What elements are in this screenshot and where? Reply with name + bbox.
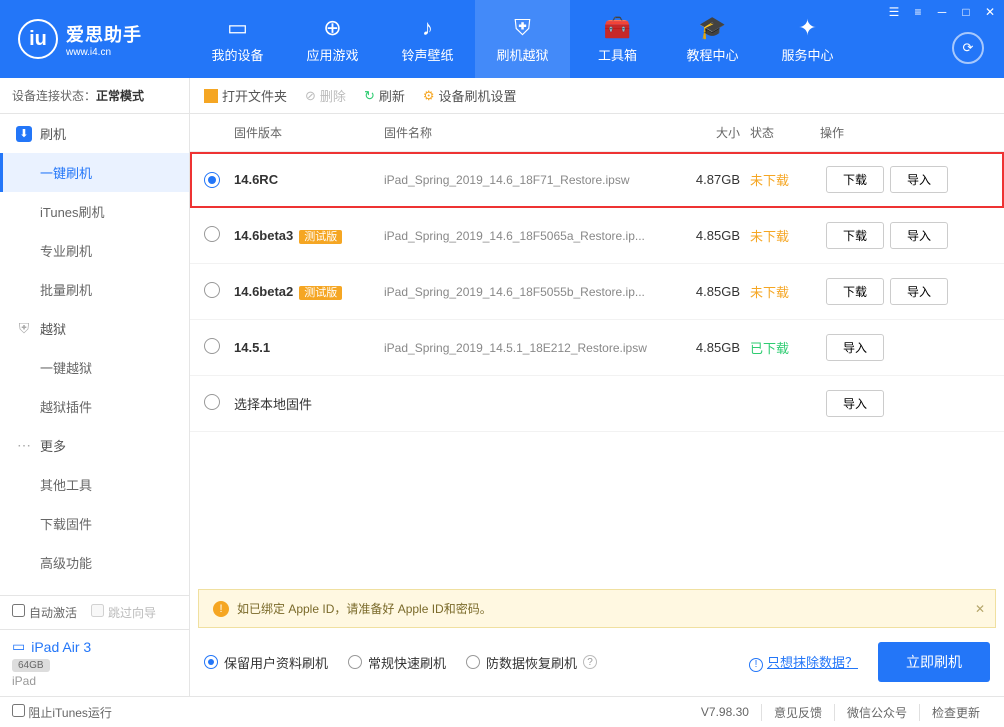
sidebar-item[interactable]: 一键越狱 — [0, 348, 189, 387]
delete-button: ⊘删除 — [305, 86, 346, 105]
nav-icon: ♪ — [422, 15, 433, 41]
logo: iu 爱思助手 www.i4.cn — [0, 19, 190, 59]
sync-icon[interactable]: ⟳ — [952, 32, 984, 64]
device-info[interactable]: ▭iPad Air 3 64GB iPad — [0, 629, 189, 696]
sidebar-group-jailbreak[interactable]: ⛨越狱 — [0, 309, 189, 348]
sidebar-item[interactable]: 一键刷机 — [0, 153, 189, 192]
nav-icon: 🧰 — [604, 15, 631, 41]
firmware-row[interactable]: 14.6beta3测试版iPad_Spring_2019_14.6_18F506… — [190, 208, 1004, 264]
flash-icon: ⬇ — [16, 126, 32, 142]
apple-id-notice: ! 如已绑定 Apple ID，请准备好 Apple ID和密码。 ✕ — [198, 589, 996, 628]
app-name: 爱思助手 — [66, 25, 142, 45]
erase-data-link[interactable]: !只想抹除数据？ — [749, 652, 858, 672]
download-button[interactable]: 下载 — [826, 278, 884, 305]
shield-icon: ⛨ — [16, 321, 32, 337]
download-button[interactable]: 下载 — [826, 222, 884, 249]
firmware-row[interactable]: 14.5.1iPad_Spring_2019_14.5.1_18E212_Res… — [190, 320, 1004, 376]
storage-badge: 64GB — [12, 659, 50, 672]
open-folder-button[interactable]: 打开文件夹 — [204, 86, 287, 105]
logo-icon: iu — [18, 19, 58, 59]
import-button[interactable]: 导入 — [890, 278, 948, 305]
nav-item-0[interactable]: ▭我的设备 — [190, 0, 285, 78]
import-button[interactable]: 导入 — [890, 166, 948, 193]
beta-badge: 测试版 — [299, 286, 342, 300]
flash-now-button[interactable]: 立即刷机 — [878, 642, 990, 682]
sidebar-item[interactable]: 专业刷机 — [0, 231, 189, 270]
nav-item-5[interactable]: 🎓教程中心 — [665, 0, 760, 78]
nav-item-2[interactable]: ♪铃声壁纸 — [380, 0, 475, 78]
close-notice-button[interactable]: ✕ — [975, 602, 985, 616]
local-firmware-row[interactable]: 选择本地固件导入 — [190, 376, 1004, 432]
radio-button[interactable] — [204, 394, 220, 410]
radio-button[interactable] — [204, 338, 220, 354]
nav-item-6[interactable]: ✦服务中心 — [760, 0, 855, 78]
app-url: www.i4.cn — [66, 47, 142, 58]
block-itunes-checkbox[interactable]: 阻止iTunes运行 — [12, 704, 112, 721]
option-keep-data[interactable]: 保留用户资料刷机 — [204, 653, 328, 672]
main-nav: ▭我的设备⊕应用游戏♪铃声壁纸⛨刷机越狱🧰工具箱🎓教程中心✦服务中心 — [190, 0, 855, 78]
content: 打开文件夹 ⊘删除 ↻刷新 ⚙设备刷机设置 固件版本 固件名称 大小 状态 操作… — [190, 78, 1004, 696]
sidebar-group-more[interactable]: ⋯更多 — [0, 426, 189, 465]
sidebar: 设备连接状态：正常模式 ⬇刷机 一键刷机iTunes刷机专业刷机批量刷机 ⛨越狱… — [0, 78, 190, 696]
nav-icon: ⊕ — [323, 15, 341, 41]
tablet-icon: ▭ — [12, 638, 25, 655]
option-normal[interactable]: 常规快速刷机 — [348, 653, 446, 672]
refresh-icon: ↻ — [364, 88, 375, 104]
flash-options: 保留用户资料刷机 常规快速刷机 防数据恢复刷机? !只想抹除数据？ 立即刷机 — [190, 628, 1004, 696]
gear-icon: ⚙ — [423, 88, 435, 104]
nav-item-4[interactable]: 🧰工具箱 — [570, 0, 665, 78]
close-icon[interactable]: ✕ — [982, 4, 998, 20]
option-anti-recovery[interactable]: 防数据恢复刷机? — [466, 653, 597, 672]
footer: 阻止iTunes运行 V7.98.30 意见反馈 微信公众号 检查更新 — [0, 696, 1004, 727]
check-update-link[interactable]: 检查更新 — [919, 704, 992, 721]
info-icon: ! — [749, 658, 763, 672]
radio-button[interactable] — [204, 172, 220, 188]
menu-icon[interactable]: ☰ — [886, 4, 902, 20]
import-button[interactable]: 导入 — [826, 334, 884, 361]
warning-icon: ! — [213, 601, 229, 617]
radio-button[interactable] — [204, 226, 220, 242]
download-button[interactable]: 下载 — [826, 166, 884, 193]
nav-icon: ✦ — [798, 15, 816, 41]
maximize-icon[interactable]: □ — [958, 4, 974, 20]
import-button[interactable]: 导入 — [826, 390, 884, 417]
import-button[interactable]: 导入 — [890, 222, 948, 249]
table-header: 固件版本 固件名称 大小 状态 操作 — [190, 114, 1004, 152]
settings-button[interactable]: ⚙设备刷机设置 — [423, 86, 517, 105]
feedback-link[interactable]: 意见反馈 — [761, 704, 834, 721]
version-label: V7.98.30 — [689, 705, 761, 719]
sidebar-group-flash[interactable]: ⬇刷机 — [0, 114, 189, 153]
connection-status: 设备连接状态：正常模式 — [0, 78, 189, 114]
folder-icon — [204, 89, 218, 103]
sidebar-item[interactable]: iTunes刷机 — [0, 192, 189, 231]
nav-icon: ▭ — [227, 15, 248, 41]
delete-icon: ⊘ — [305, 88, 316, 104]
firmware-row[interactable]: 14.6beta2测试版iPad_Spring_2019_14.6_18F505… — [190, 264, 1004, 320]
app-header: iu 爱思助手 www.i4.cn ▭我的设备⊕应用游戏♪铃声壁纸⛨刷机越狱🧰工… — [0, 0, 1004, 78]
sidebar-item[interactable]: 下载固件 — [0, 504, 189, 543]
window-controls: ☰ ≡ ─ □ ✕ — [886, 4, 998, 20]
refresh-button[interactable]: ↻刷新 — [364, 86, 405, 105]
nav-item-3[interactable]: ⛨刷机越狱 — [475, 0, 570, 78]
radio-button[interactable] — [204, 282, 220, 298]
sidebar-item[interactable]: 高级功能 — [0, 543, 189, 582]
help-icon[interactable]: ? — [583, 655, 597, 669]
skip-guide-checkbox[interactable]: 跳过向导 — [91, 604, 156, 621]
toolbar: 打开文件夹 ⊘删除 ↻刷新 ⚙设备刷机设置 — [190, 78, 1004, 114]
minimize-icon[interactable]: ─ — [934, 4, 950, 20]
list-icon[interactable]: ≡ — [910, 4, 926, 20]
nav-icon: 🎓 — [699, 15, 726, 41]
sidebar-item[interactable]: 其他工具 — [0, 465, 189, 504]
beta-badge: 测试版 — [299, 230, 342, 244]
auto-activate-checkbox[interactable]: 自动激活 — [12, 604, 77, 621]
firmware-row[interactable]: 14.6RCiPad_Spring_2019_14.6_18F71_Restor… — [190, 152, 1004, 208]
nav-item-1[interactable]: ⊕应用游戏 — [285, 0, 380, 78]
more-icon: ⋯ — [16, 438, 32, 454]
nav-icon: ⛨ — [514, 15, 531, 41]
sidebar-item[interactable]: 批量刷机 — [0, 270, 189, 309]
wechat-link[interactable]: 微信公众号 — [834, 704, 919, 721]
sidebar-item[interactable]: 越狱插件 — [0, 387, 189, 426]
